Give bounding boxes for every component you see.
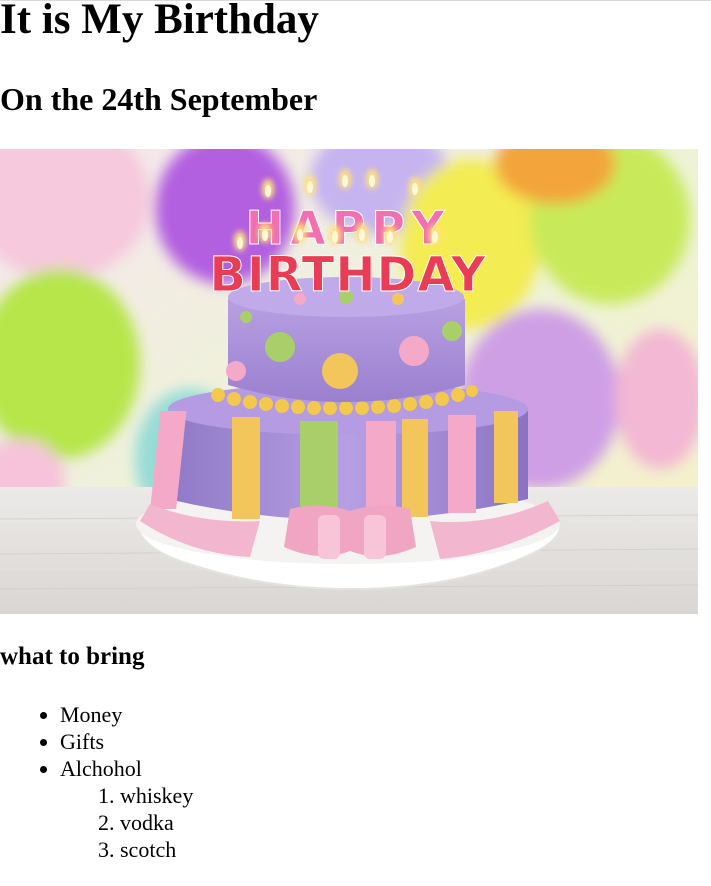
list-item-alcohol: Alchohol whiskey vodka scotch <box>60 755 193 863</box>
date-subtitle: On the 24th September <box>0 81 318 117</box>
drink-item-scotch: scotch <box>120 836 193 863</box>
page-title: It is My Birthday <box>0 0 319 43</box>
list-item-alcohol-label: Alchohol <box>60 756 142 781</box>
list-item-money: Money <box>60 701 193 728</box>
drinks-list: whiskey vodka scotch <box>60 782 193 863</box>
bring-list: Money Gifts Alchohol whiskey vodka scotc… <box>0 701 193 863</box>
birthday-cake-image: HAPPY BIRTHDAY <box>0 149 698 614</box>
drink-item-whiskey: whiskey <box>120 782 193 809</box>
what-to-bring-heading: what to bring <box>0 643 145 670</box>
drink-item-vodka: vodka <box>120 809 193 836</box>
list-item-gifts: Gifts <box>60 728 193 755</box>
cake-letters-birthday: BIRTHDAY <box>209 247 487 303</box>
